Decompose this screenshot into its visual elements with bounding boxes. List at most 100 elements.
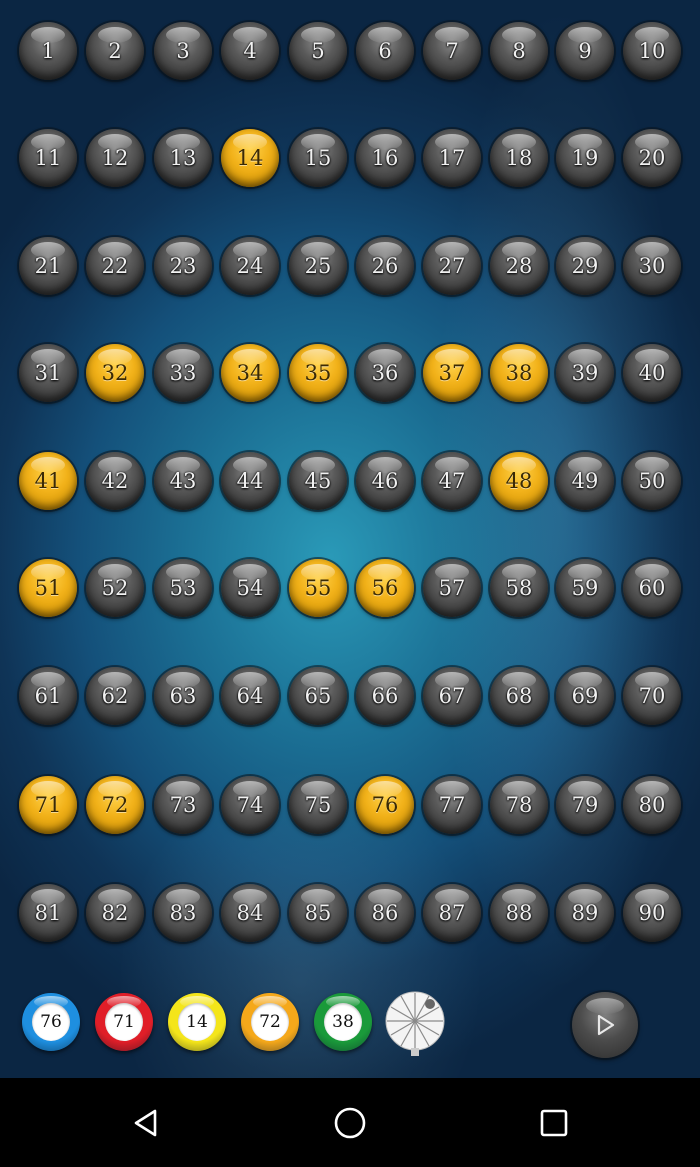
number-ball-54[interactable]: 54 bbox=[221, 559, 279, 617]
number-ball-79[interactable]: 79 bbox=[556, 776, 614, 834]
number-ball-63[interactable]: 63 bbox=[154, 667, 212, 725]
number-ball-21[interactable]: 21 bbox=[19, 237, 77, 295]
number-ball-82[interactable]: 82 bbox=[86, 884, 144, 942]
number-ball-57[interactable]: 57 bbox=[423, 559, 481, 617]
number-ball-75[interactable]: 75 bbox=[289, 776, 347, 834]
number-ball-1[interactable]: 1 bbox=[19, 22, 77, 80]
home-button[interactable] bbox=[325, 1098, 375, 1148]
number-ball-29[interactable]: 29 bbox=[556, 237, 614, 295]
number-ball-71[interactable]: 71 bbox=[19, 776, 77, 834]
number-ball-49[interactable]: 49 bbox=[556, 452, 614, 510]
number-ball-67[interactable]: 67 bbox=[423, 667, 481, 725]
number-ball-37[interactable]: 37 bbox=[423, 344, 481, 402]
number-ball-7[interactable]: 7 bbox=[423, 22, 481, 80]
number-ball-33[interactable]: 33 bbox=[154, 344, 212, 402]
number-ball-86[interactable]: 86 bbox=[356, 884, 414, 942]
number-ball-25[interactable]: 25 bbox=[289, 237, 347, 295]
number-ball-3[interactable]: 3 bbox=[154, 22, 212, 80]
number-ball-69[interactable]: 69 bbox=[556, 667, 614, 725]
number-ball-58[interactable]: 58 bbox=[490, 559, 548, 617]
number-ball-40[interactable]: 40 bbox=[623, 344, 681, 402]
number-ball-50[interactable]: 50 bbox=[623, 452, 681, 510]
ball-number: 87 bbox=[438, 901, 466, 925]
ball-number: 15 bbox=[304, 146, 332, 170]
number-ball-39[interactable]: 39 bbox=[556, 344, 614, 402]
number-ball-76[interactable]: 76 bbox=[356, 776, 414, 834]
back-button[interactable] bbox=[121, 1098, 171, 1148]
number-ball-73[interactable]: 73 bbox=[154, 776, 212, 834]
number-ball-16[interactable]: 16 bbox=[356, 129, 414, 187]
number-ball-22[interactable]: 22 bbox=[86, 237, 144, 295]
number-ball-9[interactable]: 9 bbox=[556, 22, 614, 80]
number-ball-41[interactable]: 41 bbox=[19, 452, 77, 510]
number-ball-77[interactable]: 77 bbox=[423, 776, 481, 834]
number-ball-59[interactable]: 59 bbox=[556, 559, 614, 617]
number-ball-68[interactable]: 68 bbox=[490, 667, 548, 725]
number-ball-44[interactable]: 44 bbox=[221, 452, 279, 510]
number-ball-4[interactable]: 4 bbox=[221, 22, 279, 80]
number-ball-46[interactable]: 46 bbox=[356, 452, 414, 510]
number-ball-65[interactable]: 65 bbox=[289, 667, 347, 725]
number-ball-30[interactable]: 30 bbox=[623, 237, 681, 295]
number-ball-55[interactable]: 55 bbox=[289, 559, 347, 617]
number-ball-80[interactable]: 80 bbox=[623, 776, 681, 834]
number-ball-36[interactable]: 36 bbox=[356, 344, 414, 402]
number-ball-87[interactable]: 87 bbox=[423, 884, 481, 942]
number-ball-14[interactable]: 14 bbox=[221, 129, 279, 187]
number-ball-66[interactable]: 66 bbox=[356, 667, 414, 725]
number-ball-83[interactable]: 83 bbox=[154, 884, 212, 942]
number-ball-17[interactable]: 17 bbox=[423, 129, 481, 187]
play-button[interactable] bbox=[572, 992, 638, 1058]
number-ball-64[interactable]: 64 bbox=[221, 667, 279, 725]
number-ball-35[interactable]: 35 bbox=[289, 344, 347, 402]
ball-number: 61 bbox=[34, 684, 62, 708]
number-ball-88[interactable]: 88 bbox=[490, 884, 548, 942]
number-ball-60[interactable]: 60 bbox=[623, 559, 681, 617]
number-ball-85[interactable]: 85 bbox=[289, 884, 347, 942]
number-ball-90[interactable]: 90 bbox=[623, 884, 681, 942]
number-ball-53[interactable]: 53 bbox=[154, 559, 212, 617]
number-ball-89[interactable]: 89 bbox=[556, 884, 614, 942]
number-ball-2[interactable]: 2 bbox=[86, 22, 144, 80]
ball-number: 7 bbox=[445, 39, 459, 63]
number-ball-31[interactable]: 31 bbox=[19, 344, 77, 402]
number-ball-15[interactable]: 15 bbox=[289, 129, 347, 187]
number-ball-13[interactable]: 13 bbox=[154, 129, 212, 187]
number-ball-18[interactable]: 18 bbox=[490, 129, 548, 187]
number-ball-51[interactable]: 51 bbox=[19, 559, 77, 617]
number-ball-23[interactable]: 23 bbox=[154, 237, 212, 295]
number-ball-5[interactable]: 5 bbox=[289, 22, 347, 80]
number-ball-78[interactable]: 78 bbox=[490, 776, 548, 834]
number-ball-52[interactable]: 52 bbox=[86, 559, 144, 617]
number-ball-47[interactable]: 47 bbox=[423, 452, 481, 510]
number-ball-28[interactable]: 28 bbox=[490, 237, 548, 295]
number-ball-34[interactable]: 34 bbox=[221, 344, 279, 402]
number-ball-10[interactable]: 10 bbox=[623, 22, 681, 80]
number-ball-43[interactable]: 43 bbox=[154, 452, 212, 510]
ball-number: 36 bbox=[371, 361, 399, 385]
number-ball-32[interactable]: 32 bbox=[86, 344, 144, 402]
number-ball-56[interactable]: 56 bbox=[356, 559, 414, 617]
number-ball-27[interactable]: 27 bbox=[423, 237, 481, 295]
number-ball-61[interactable]: 61 bbox=[19, 667, 77, 725]
number-ball-20[interactable]: 20 bbox=[623, 129, 681, 187]
number-ball-38[interactable]: 38 bbox=[490, 344, 548, 402]
number-ball-48[interactable]: 48 bbox=[490, 452, 548, 510]
number-ball-24[interactable]: 24 bbox=[221, 237, 279, 295]
number-ball-84[interactable]: 84 bbox=[221, 884, 279, 942]
recents-button[interactable] bbox=[529, 1098, 579, 1148]
number-ball-62[interactable]: 62 bbox=[86, 667, 144, 725]
number-ball-19[interactable]: 19 bbox=[556, 129, 614, 187]
number-ball-12[interactable]: 12 bbox=[86, 129, 144, 187]
number-ball-26[interactable]: 26 bbox=[356, 237, 414, 295]
number-ball-6[interactable]: 6 bbox=[356, 22, 414, 80]
number-ball-70[interactable]: 70 bbox=[623, 667, 681, 725]
number-ball-72[interactable]: 72 bbox=[86, 776, 144, 834]
number-ball-81[interactable]: 81 bbox=[19, 884, 77, 942]
number-ball-11[interactable]: 11 bbox=[19, 129, 77, 187]
number-ball-8[interactable]: 8 bbox=[490, 22, 548, 80]
number-ball-45[interactable]: 45 bbox=[289, 452, 347, 510]
number-ball-74[interactable]: 74 bbox=[221, 776, 279, 834]
number-ball-42[interactable]: 42 bbox=[86, 452, 144, 510]
lottery-drum-icon[interactable] bbox=[385, 990, 445, 1056]
